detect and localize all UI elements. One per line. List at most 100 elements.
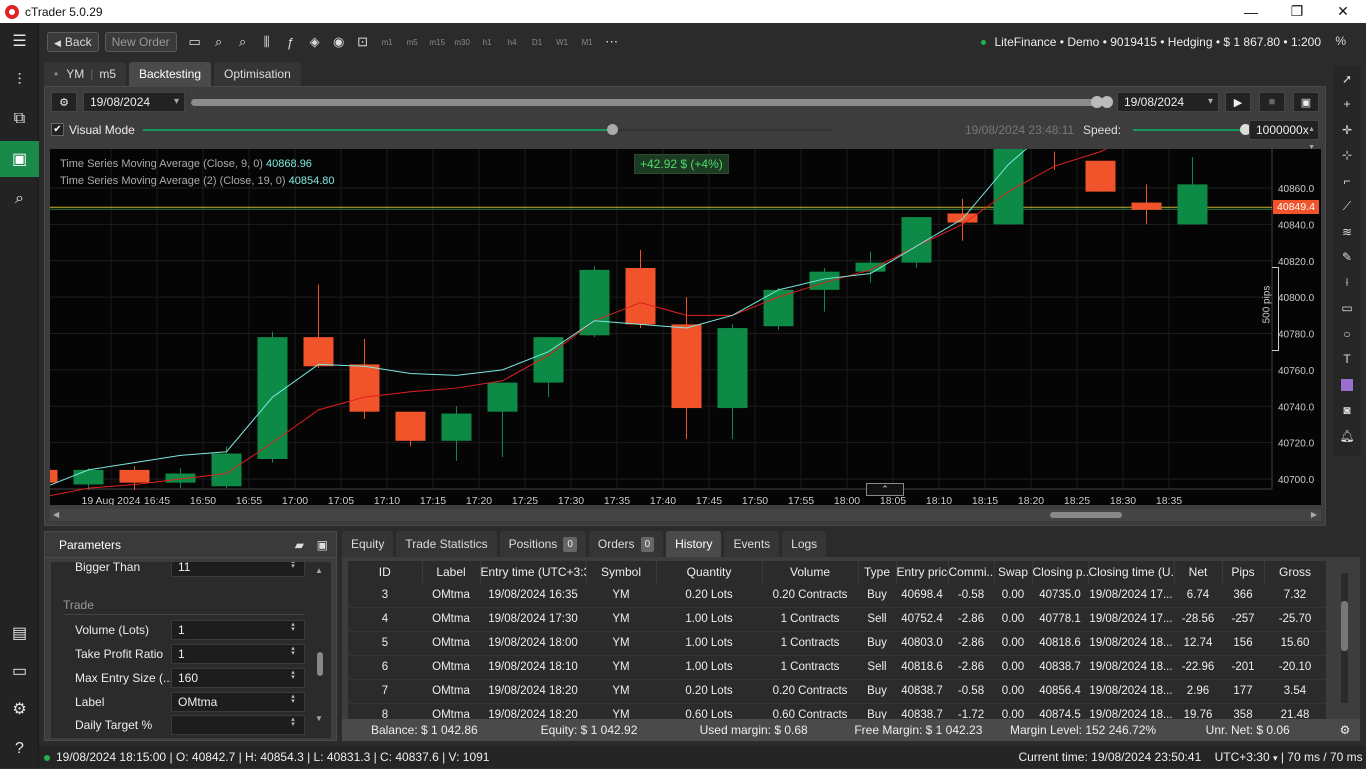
open-folder-icon[interactable]: ▰ [295, 532, 304, 558]
end-date-select[interactable]: 19/08/2024 [1117, 92, 1219, 112]
tab-orders[interactable]: Orders 0 [588, 531, 664, 557]
indicator-legend-1[interactable]: Time Series Moving Average (Close, 9, 0)… [60, 158, 312, 170]
tab-trade-statistics[interactable]: Trade Statistics [396, 531, 497, 557]
history-col-header[interactable]: Gross [1264, 561, 1326, 583]
chart-mode-icon[interactable]: ▭ [183, 32, 207, 52]
tf-w1[interactable]: W1 [550, 38, 575, 47]
tf-d1[interactable]: D1 [525, 38, 550, 47]
back-button[interactable]: ◀ Back [47, 32, 99, 52]
menu-icon[interactable]: ☰ [0, 23, 39, 59]
stop-icon[interactable]: ■ [1259, 92, 1285, 112]
tab-backtesting[interactable]: Backtesting [129, 62, 212, 86]
wallet-icon[interactable]: ▭ [0, 653, 39, 689]
market-icon[interactable]: ▤ [0, 615, 39, 651]
history-col-header[interactable]: Net [1174, 561, 1223, 583]
save-params-icon[interactable]: ▣ [317, 532, 328, 558]
params-scroll-thumb[interactable] [317, 652, 323, 676]
table-row[interactable]: 3 OMtma 19/08/2024 16:35 YM 0.20 Lots 0.20 Co… [348, 583, 1326, 608]
automate-icon[interactable]: ▣ [0, 141, 39, 177]
param-row-max-entry[interactable]: Max Entry Size (... 160 [51, 668, 309, 690]
param-value[interactable]: OMtma [171, 692, 305, 712]
fibonacci-icon[interactable]: ≋ [1333, 219, 1361, 245]
cursor-icon[interactable]: ➚ [1333, 66, 1361, 92]
tab-history[interactable]: History [666, 531, 722, 557]
params-scroll-down-icon[interactable]: ▼ [315, 714, 323, 723]
history-col-header[interactable]: Label [422, 561, 481, 583]
horizontal-line-icon[interactable]: ⌐ [1333, 168, 1361, 194]
bell-icon[interactable]: 🔔︎ [1333, 423, 1361, 449]
tf-m30[interactable]: m30 [450, 38, 475, 47]
param-value[interactable]: 1 [171, 620, 305, 640]
color-swatch-icon[interactable] [1333, 372, 1361, 398]
history-col-header[interactable]: Quantity [656, 561, 763, 583]
scroll-left-icon[interactable]: ◀ [53, 510, 59, 519]
backtest-range-track[interactable] [191, 99, 1109, 106]
table-row[interactable]: 7 OMtma 19/08/2024 18:20 YM 0.20 Lots 0.20 Co… [348, 679, 1326, 704]
param-row-daily-target[interactable]: Daily Target % [51, 715, 309, 737]
replay-slider-track[interactable] [143, 124, 833, 135]
crosshair-alt-icon[interactable]: ⊹ [1333, 143, 1361, 169]
eye-icon[interactable]: ◉ [327, 32, 351, 52]
account-info[interactable]: LiteFinance • Demo • 9019415 • Hedging •… [981, 35, 1321, 49]
history-col-header[interactable]: Pips [1222, 561, 1265, 583]
tf-m5[interactable]: m5 [400, 38, 425, 47]
table-row[interactable]: 6 OMtma 19/08/2024 18:10 YM 1.00 Lots 1 Contr… [348, 655, 1326, 680]
history-col-header[interactable]: ID [348, 561, 423, 583]
history-col-header[interactable]: Entry price [896, 561, 949, 583]
zoom-in-icon[interactable]: ⌕ [231, 32, 255, 52]
history-scroll-thumb[interactable] [1341, 601, 1348, 651]
param-row-tp-ratio[interactable]: Take Profit Ratio 1 [51, 644, 309, 666]
scroll-right-icon[interactable]: ▶ [1311, 510, 1317, 519]
layers-icon[interactable]: ◈ [303, 32, 327, 52]
price-chart[interactable]: 40700.0 40720.0 40740.0 40760.0 40780.0 40800… [50, 149, 1321, 505]
tab-equity[interactable]: Equity [342, 531, 394, 557]
start-date-select[interactable]: 19/08/2024 [83, 92, 185, 112]
history-col-header[interactable]: Closing time (U... [1088, 561, 1175, 583]
speed-input[interactable]: 1000000x ▲ ▼ [1249, 120, 1319, 151]
speed-slider-track[interactable] [1133, 124, 1251, 135]
zoom-out-icon[interactable]: ⌕ [207, 32, 231, 52]
settings-icon[interactable]: ⚙ [0, 691, 39, 727]
percent-icon[interactable]: % [1335, 34, 1346, 48]
history-col-header[interactable]: Swap [994, 561, 1033, 583]
camera-icon[interactable]: ◙ [1333, 398, 1361, 424]
new-order-button[interactable]: New Order [104, 32, 177, 52]
trendline-icon[interactable]: ⟋ [1333, 194, 1361, 220]
chart-nav-handle[interactable]: ⌃ [866, 483, 904, 496]
analyze-icon[interactable]: ⌕ [0, 181, 39, 217]
param-row-bigger-than[interactable]: Bigger Than 11 [51, 562, 309, 579]
crosshair-plus-icon[interactable]: ✛ [1333, 117, 1361, 143]
param-row-label[interactable]: Label OMtma [51, 692, 309, 714]
objects-icon[interactable]: ⊡ [351, 32, 375, 52]
history-col-header[interactable]: Volume [762, 561, 859, 583]
trade-icon[interactable]: ⫶ [0, 63, 39, 99]
range-handle-right[interactable] [1101, 96, 1113, 108]
history-col-header[interactable]: Entry time (UTC+3:30 [480, 561, 587, 583]
minimize-icon[interactable]: — [1228, 0, 1274, 23]
close-icon[interactable]: ✕ [1320, 0, 1366, 23]
table-row[interactable]: 8 OMtma 19/08/2024 18:20 YM 0.60 Lots 0.60 Co… [348, 703, 1326, 719]
param-value[interactable]: 160 [171, 668, 305, 688]
copy-icon[interactable]: ⧉ [0, 101, 39, 137]
visual-mode-checkbox[interactable]: ✔ [51, 123, 64, 136]
param-row-volume[interactable]: Volume (Lots) 1 [51, 620, 309, 642]
pencil-icon[interactable]: ✎ [1333, 245, 1361, 271]
params-scroll-up-icon[interactable]: ▲ [315, 566, 323, 575]
chart-horizontal-scrollbar[interactable]: ◀ ▶ [50, 509, 1321, 521]
indicators-icon[interactable]: ƒ [279, 32, 303, 52]
table-row[interactable]: 5 OMtma 19/08/2024 18:00 YM 1.00 Lots 1 Contr… [348, 631, 1326, 656]
tf-m1[interactable]: m1 [375, 38, 400, 47]
tab-logs[interactable]: Logs [782, 531, 827, 557]
tf-m15[interactable]: m15 [425, 38, 450, 47]
backtest-settings-gear-icon[interactable]: ⚙ [51, 92, 77, 112]
chart-type-icon[interactable]: ⫼ [255, 32, 279, 52]
indicator-legend-2[interactable]: Time Series Moving Average (2) (Close, 1… [60, 175, 335, 187]
table-row[interactable]: 4 OMtma 19/08/2024 17:30 YM 1.00 Lots 1 Contr… [348, 607, 1326, 632]
param-value[interactable]: 1 [171, 644, 305, 664]
brush-icon[interactable]: ⟊ [1333, 270, 1361, 296]
tf-mn1[interactable]: M1 [575, 38, 600, 47]
history-col-header[interactable]: Closing p... [1032, 561, 1089, 583]
circle-icon[interactable]: ○ [1333, 321, 1361, 347]
rectangle-icon[interactable]: ▭ [1333, 296, 1361, 322]
history-col-header[interactable]: Symbol [586, 561, 657, 583]
